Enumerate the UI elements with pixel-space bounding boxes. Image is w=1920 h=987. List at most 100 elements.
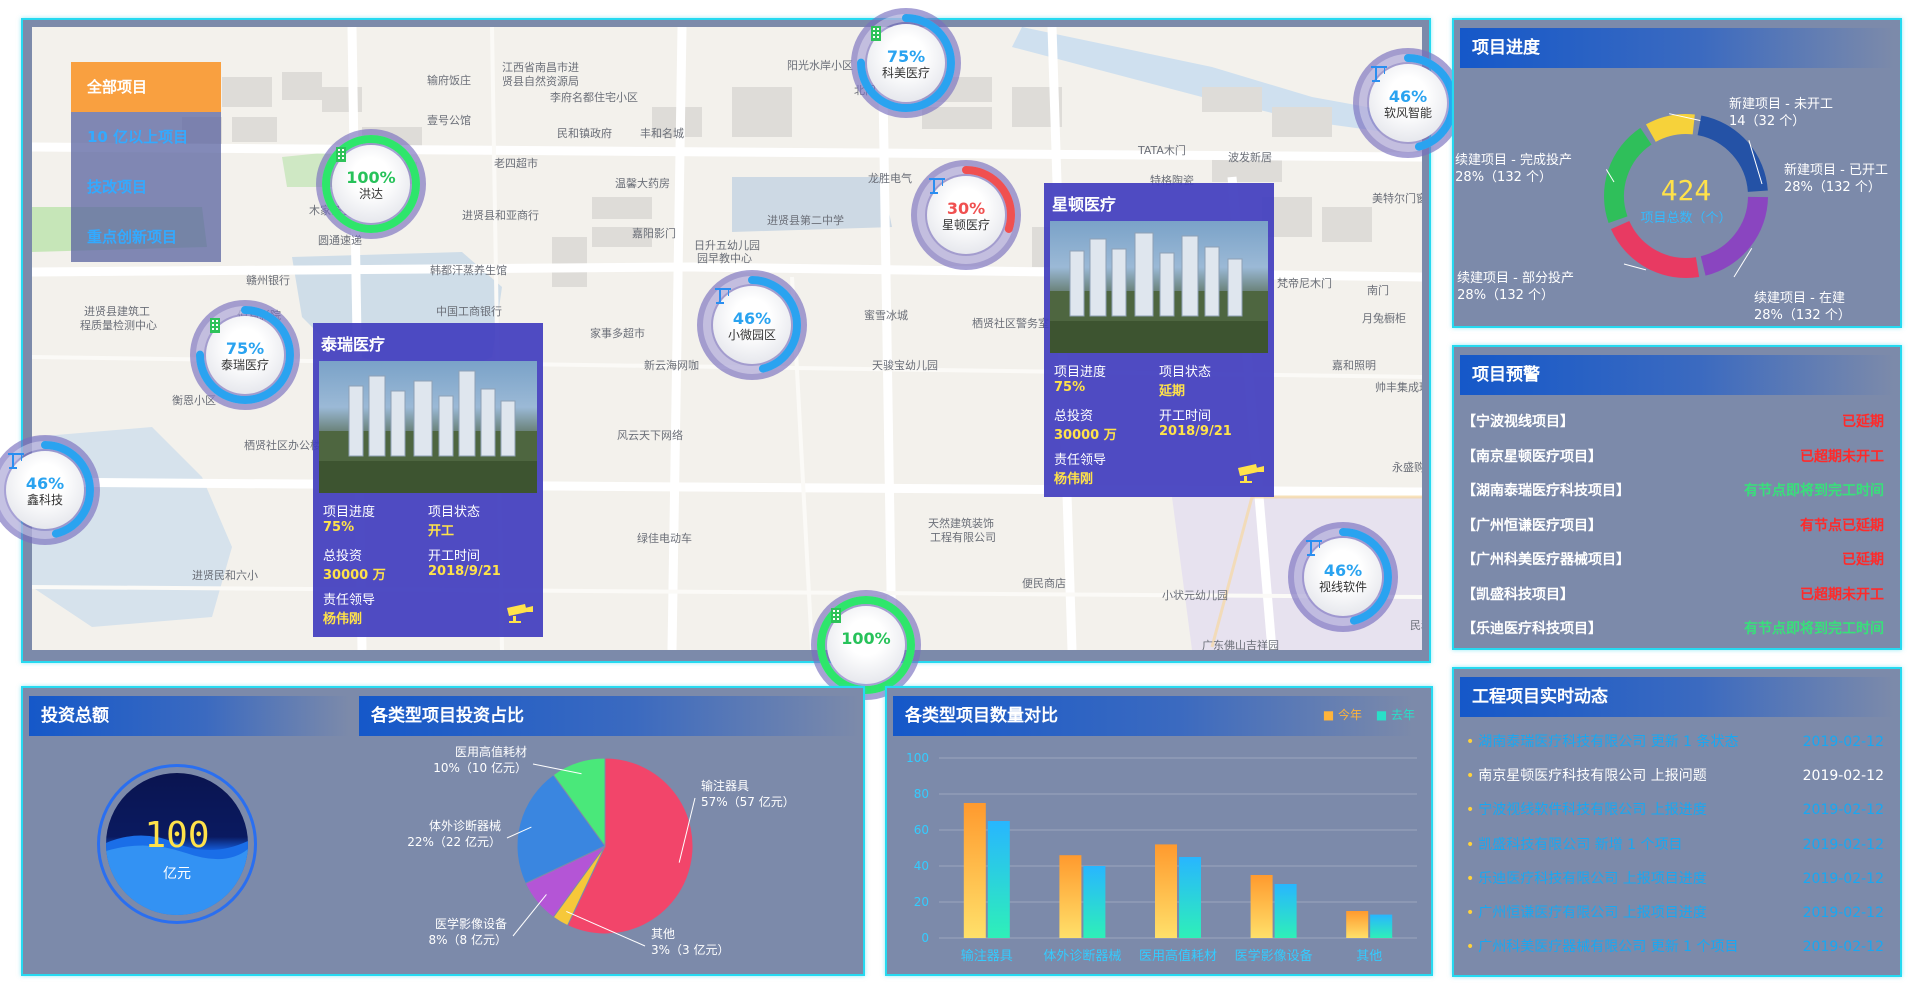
chart-legend: ■ 今年 ■ 去年 (1322, 708, 1415, 722)
project-marker[interactable]: 46% 软风智能 (1353, 48, 1463, 158)
bar-last-year[interactable] (1083, 866, 1106, 938)
map-place-label: 工程有限公司 (930, 531, 996, 544)
marker-name: 视线软件 (1318, 580, 1367, 594)
pie-slice-name: 医用高值耗材 (455, 744, 527, 759)
project-card-tairui[interactable]: 泰瑞医疗 项目进度 75% 项目状态 开工 总投资 30000 万 开工时间 2018/… (313, 323, 543, 637)
news-date: 2019-02-12 (1802, 802, 1884, 819)
leader-value: 杨伟刚 (1054, 472, 1094, 487)
building-icon (206, 318, 284, 340)
marker-percent: 46% (25, 474, 65, 493)
marker-name: 星顿医疗 (941, 218, 990, 232)
pie-slice-value: 57%（57 亿元） (701, 794, 795, 809)
project-marker[interactable]: 30% 星顿医疗 (911, 160, 1021, 270)
start-date-value: 2018/9/21 (428, 564, 501, 579)
donut-segment (1604, 127, 1652, 223)
donut-segment (1700, 196, 1768, 276)
marker-center: 75% 科美医疗 (867, 24, 945, 102)
news-text: 湖南泰瑞医疗科技有限公司 更新 1 条状态 (1478, 734, 1739, 750)
warning-row[interactable]: 【湖南泰瑞医疗科技项目】 有节点即将到完工时间 (1462, 474, 1884, 508)
project-filter-menu: 全部项目 10 亿以上项目 技改项目 重点创新项目 (71, 62, 221, 262)
status-label: 项目状态 (428, 505, 481, 520)
project-marker[interactable]: 75% 科美医疗 (851, 8, 961, 118)
marker-center: 46% 小微园区 (713, 286, 791, 364)
marker-name: 小微园区 (727, 328, 776, 342)
news-row[interactable]: • 南京星顿医疗科技有限公司 上报问题 2019-02-12 (1466, 759, 1884, 793)
warning-project-name: 【广州科美医疗器械项目】 (1462, 552, 1630, 568)
segment-value: 28%（132 个） (1784, 180, 1881, 195)
marker-name: 软风智能 (1383, 106, 1432, 120)
marker-percent: 75% (886, 47, 926, 66)
marker-percent: 46% (732, 309, 772, 328)
map-place-label: TATA木门 (1138, 144, 1186, 157)
news-text: 广州科美医疗器械有限公司 更新 1 个项目 (1478, 939, 1739, 956)
pie-slice-value: 8%（8 亿元） (429, 932, 508, 947)
x-tick-label: 医学影像设备 (1235, 948, 1313, 964)
marker-name: 泰瑞医疗 (220, 358, 269, 372)
bullet-icon: • (1466, 836, 1475, 853)
pie-slice-name: 体外诊断器械 (429, 818, 501, 833)
bar-this-year[interactable] (963, 803, 986, 938)
marker-center: 75% 泰瑞医疗 (206, 316, 284, 394)
project-marker[interactable]: 46% 视线软件 (1288, 522, 1398, 632)
warning-row[interactable]: 【宁波视线项目】 已延期 (1462, 405, 1884, 439)
warning-row[interactable]: 【南京星顿医疗项目】 已超期未开工 (1462, 440, 1884, 474)
project-marker[interactable]: 75% 泰瑞医疗 (190, 300, 300, 410)
bar-this-year[interactable] (1346, 911, 1369, 938)
building-icon (332, 147, 410, 169)
map-place-label: 月兔橱柜 (1362, 312, 1406, 325)
warning-row[interactable]: 【广州科美医疗器械项目】 已延期 (1462, 543, 1884, 577)
map-place-label: 壹号公馆 (427, 114, 471, 127)
map-place-label: 李府名都住宅小区 (550, 91, 638, 104)
crane-icon (6, 453, 84, 475)
news-row[interactable]: • 广州科美医疗器械有限公司 更新 1 个项目 2019-02-12 (1466, 930, 1884, 964)
marker-percent: 75% (225, 339, 265, 358)
project-count-bar-chart: 0 20 40 60 80 100 输注器具 体外诊断器械 医用高值耗材 医学影像设备 其他 (906, 751, 1417, 964)
news-text: 乐迪医疗科技有限公司 上报项目进度 (1478, 870, 1707, 887)
news-row[interactable]: • 湖南泰瑞医疗科技有限公司 更新 1 条状态 2019-02-12 (1466, 725, 1884, 759)
project-marker[interactable]: 100% (811, 590, 921, 700)
filter-all-projects[interactable]: 全部项目 (71, 62, 221, 112)
news-row[interactable]: • 宁波视线软件科技有限公司 上报进度 2019-02-12 (1466, 793, 1884, 827)
news-row[interactable]: • 凯盛科技有限公司 新增 1 个项目 2019-02-12 (1466, 828, 1884, 862)
camera-icon[interactable] (505, 602, 535, 629)
project-card-xingdun[interactable]: 星顿医疗 项目进度 75% 项目状态 延期 总投资 30000 万 开工时间 2018/… (1044, 183, 1274, 497)
map-place-label: 民和镇政府 (557, 127, 612, 140)
x-tick-label: 其他 (1356, 949, 1382, 964)
start-date-value: 2018/9/21 (1159, 424, 1232, 439)
investment-pie-chart: 输注器具57%（57 亿元） 其他3%（3 亿元） 医学影像设备8%（8 亿元） 体外… (407, 744, 795, 957)
bar-this-year[interactable] (1250, 875, 1273, 938)
map-place-label: 输府饭庄 (427, 74, 471, 87)
segment-label: 新建项目 - 已开工 (1784, 162, 1888, 178)
crane-icon (713, 288, 791, 310)
bar-this-year[interactable] (1059, 855, 1082, 938)
warning-project-name: 【凯盛科技项目】 (1462, 586, 1574, 603)
project-marker[interactable]: 46% 小微园区 (697, 270, 807, 380)
warning-row[interactable]: 【凯盛科技项目】 已超期未开工 (1462, 578, 1884, 612)
map-place-label: 梵帝尼木门 (1277, 277, 1332, 290)
leader-label: 责任领导 (323, 593, 376, 608)
camera-icon[interactable] (1236, 462, 1266, 489)
warning-row[interactable]: 【乐迪医疗科技项目】 有节点即将到完工时间 (1462, 612, 1884, 646)
filter-tech-upgrade-projects[interactable]: 技改项目 (71, 162, 221, 212)
news-row[interactable]: • 广州恒谦医疗有限公司 上报项目进度 2019-02-12 (1466, 896, 1884, 930)
bar-last-year[interactable] (1274, 884, 1297, 938)
realtime-news-panel: 工程项目实时动态 • 湖南泰瑞医疗科技有限公司 更新 1 条状态 2019-02-1… (1452, 667, 1902, 977)
bar-last-year[interactable] (1370, 914, 1393, 938)
project-marker[interactable]: 100% 洪达 (316, 129, 426, 239)
bar-this-year[interactable] (1155, 844, 1177, 938)
bar-last-year[interactable] (987, 821, 1010, 938)
project-marker[interactable]: 46% 鑫科技 (0, 435, 100, 545)
map-place-label: 程质量检测中心 (80, 319, 157, 332)
news-row[interactable]: • 乐迪医疗科技有限公司 上报项目进度 2019-02-12 (1466, 862, 1884, 896)
warning-row[interactable]: 【广州恒谦医疗项目】 有节点已延期 (1462, 509, 1884, 543)
news-date: 2019-02-12 (1802, 734, 1884, 750)
filter-key-innovation-projects[interactable]: 重点创新项目 (71, 212, 221, 262)
map-place-label: 栖贤社区警务室 (972, 317, 1049, 330)
map-place-label: 绿佳电动车 (637, 532, 692, 545)
bar-last-year[interactable] (1179, 857, 1201, 938)
map-place-label: 园早教中心 (697, 252, 752, 265)
map-place-label: 丰和名城 (640, 127, 684, 140)
filter-over-1b-projects[interactable]: 10 亿以上项目 (71, 112, 221, 162)
segment-label: 续建项目 - 完成投产 (1455, 152, 1572, 168)
marker-percent: 100% (841, 629, 891, 648)
